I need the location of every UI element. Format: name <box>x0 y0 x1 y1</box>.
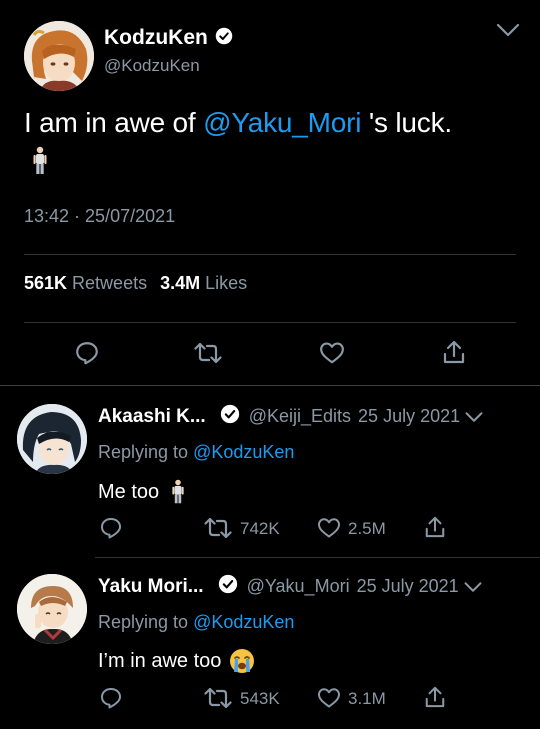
share-icon[interactable] <box>442 338 466 366</box>
replying-label: Replying to <box>98 442 194 462</box>
avatar[interactable] <box>17 404 87 474</box>
retweet-count[interactable]: 543K <box>240 689 280 709</box>
divider <box>24 254 516 255</box>
mention-link[interactable]: @KodzuKen <box>193 442 294 462</box>
avatar-image <box>17 404 87 474</box>
reply-header: Yaku Mori... @Yaku_Mori 25 July 2021 <box>98 574 482 599</box>
reply-text: I’m in awe too <box>98 648 255 674</box>
replying-to: Replying to @KodzuKen <box>98 442 294 463</box>
reply-text-content: Me too <box>98 480 160 503</box>
person-standing-emoji-icon <box>33 146 47 174</box>
chevron-down-icon[interactable] <box>464 581 482 593</box>
retweet-count[interactable]: 742K <box>240 519 280 539</box>
avatar[interactable] <box>17 574 87 644</box>
avatar-image <box>24 21 94 91</box>
share-icon[interactable] <box>424 684 446 710</box>
main-tweet: KodzuKen @KodzuKen I am in awe of @Yaku_… <box>0 0 540 385</box>
avatar[interactable] <box>24 21 94 91</box>
retweets-count[interactable]: 561K <box>24 273 67 293</box>
display-name[interactable]: Yaku Mori... <box>98 576 204 598</box>
tweet-text-suffix: 's luck. <box>361 107 452 138</box>
verified-badge-icon <box>218 574 238 599</box>
likes-label[interactable]: Likes <box>205 273 247 293</box>
like-heart-icon[interactable] <box>315 686 343 710</box>
share-icon[interactable] <box>424 514 446 540</box>
like-count[interactable]: 2.5M <box>348 519 386 539</box>
main-name-row: KodzuKen <box>104 26 233 50</box>
replying-to: Replying to @KodzuKen <box>98 612 294 633</box>
reply-text-content: I’m in awe too <box>98 649 222 672</box>
divider <box>95 557 540 558</box>
reply-icon[interactable] <box>99 516 123 540</box>
handle[interactable]: @Yaku_Mori <box>247 576 350 597</box>
tweet-text-prefix: I am in awe of <box>24 107 204 138</box>
display-name[interactable]: Akaashi K... <box>98 406 206 428</box>
date[interactable]: 25 July 2021 <box>358 406 460 427</box>
mention-link[interactable]: @Yaku_Mori <box>203 107 361 138</box>
retweet-icon[interactable] <box>194 340 222 366</box>
reply-text: Me too <box>98 479 185 505</box>
loudly-crying-face-emoji-icon <box>230 649 255 673</box>
verified-badge-icon <box>220 404 240 429</box>
reply-icon[interactable] <box>74 340 100 366</box>
chevron-down-icon[interactable] <box>496 22 520 38</box>
reply-icon[interactable] <box>99 686 123 710</box>
retweets-label[interactable]: Retweets <box>72 273 147 293</box>
date[interactable]: 25 July 2021 <box>357 576 459 597</box>
retweet-icon[interactable] <box>204 516 232 540</box>
section-divider <box>0 385 540 386</box>
mention-link[interactable]: @KodzuKen <box>193 612 294 632</box>
retweet-icon[interactable] <box>204 686 232 710</box>
replying-label: Replying to <box>98 612 194 632</box>
handle[interactable]: @KodzuKen <box>104 56 200 76</box>
handle[interactable]: @Keiji_Edits <box>249 406 351 427</box>
avatar-image <box>17 574 87 644</box>
like-heart-icon[interactable] <box>318 340 346 366</box>
divider <box>24 322 516 323</box>
engagement-stats: 561K Retweets 3.4M Likes <box>24 273 247 294</box>
reply-header: Akaashi K... @Keiji_Edits 25 July 2021 <box>98 404 483 429</box>
likes-count[interactable]: 3.4M <box>160 273 200 293</box>
chevron-down-icon[interactable] <box>465 411 483 423</box>
timestamp[interactable]: 13:42 · 25/07/2021 <box>24 206 175 227</box>
person-standing-emoji-icon <box>172 479 184 504</box>
display-name[interactable]: KodzuKen <box>104 26 208 50</box>
like-heart-icon[interactable] <box>315 516 343 540</box>
tweet-text: I am in awe of @Yaku_Mori 's luck. <box>24 107 452 139</box>
like-count[interactable]: 3.1M <box>348 689 386 709</box>
verified-badge-icon <box>215 27 233 50</box>
